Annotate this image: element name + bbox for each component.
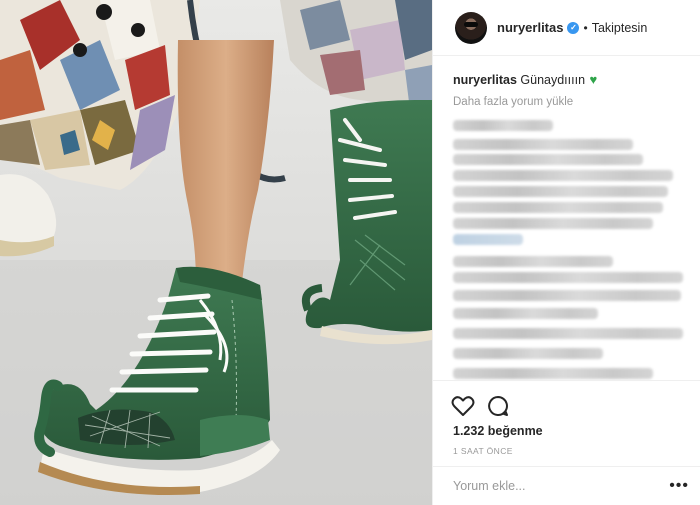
post-timestamp: 1 SAAT ÖNCE xyxy=(453,446,513,456)
avatar[interactable] xyxy=(455,11,487,44)
verified-badge-icon: ✓ xyxy=(567,21,580,34)
blurred-comment-line xyxy=(453,368,653,379)
follow-status-button[interactable]: Takiptesin xyxy=(592,21,648,35)
comment-bubble-icon[interactable] xyxy=(487,395,509,417)
comment-input[interactable] xyxy=(453,479,653,493)
post-caption: nuryerlitas Günaydıııın ♥ xyxy=(453,72,597,87)
comment-form: ••• xyxy=(433,466,700,505)
blurred-comment-line xyxy=(453,154,643,165)
post-photo[interactable] xyxy=(0,0,432,505)
post-header: nuryerlitas ✓ • Takiptesin xyxy=(433,0,700,56)
blurred-comment-line xyxy=(453,234,523,245)
blurred-comment-line xyxy=(453,139,633,150)
caption-username-link[interactable]: nuryerlitas xyxy=(453,73,517,87)
green-heart-icon: ♥ xyxy=(589,72,598,87)
username-link[interactable]: nuryerlitas xyxy=(497,20,563,35)
caption-text: Günaydıııın xyxy=(520,73,586,87)
blurred-comment-line xyxy=(453,218,653,229)
blurred-comment-line xyxy=(453,290,681,301)
blurred-comment-line xyxy=(453,348,603,359)
likes-count[interactable]: 1.232 beğenme xyxy=(453,424,543,438)
blurred-comment-line xyxy=(453,170,673,181)
separator-dot: • xyxy=(583,20,588,35)
green-boot-background xyxy=(301,100,432,345)
blurred-comment-line xyxy=(453,328,683,339)
blurred-comment-line xyxy=(453,186,668,197)
blurred-comment-line xyxy=(453,272,683,283)
comments-pane: nuryerlitas ✓ • Takiptesin nuryerlitas G… xyxy=(432,0,700,505)
more-options-button[interactable]: ••• xyxy=(669,477,689,495)
blurred-comment-line xyxy=(453,256,613,267)
blurred-comment-line xyxy=(453,120,553,131)
load-more-comments-link[interactable]: Daha fazla yorum yükle xyxy=(453,96,573,108)
blurred-comment-line xyxy=(453,202,663,213)
model-leg xyxy=(177,40,274,282)
blurred-comment-line xyxy=(453,308,598,319)
post-actions: 1.232 beğenme 1 SAAT ÖNCE ••• xyxy=(433,380,700,505)
photo-illustration xyxy=(0,0,432,505)
heart-outline-icon[interactable] xyxy=(451,395,475,417)
